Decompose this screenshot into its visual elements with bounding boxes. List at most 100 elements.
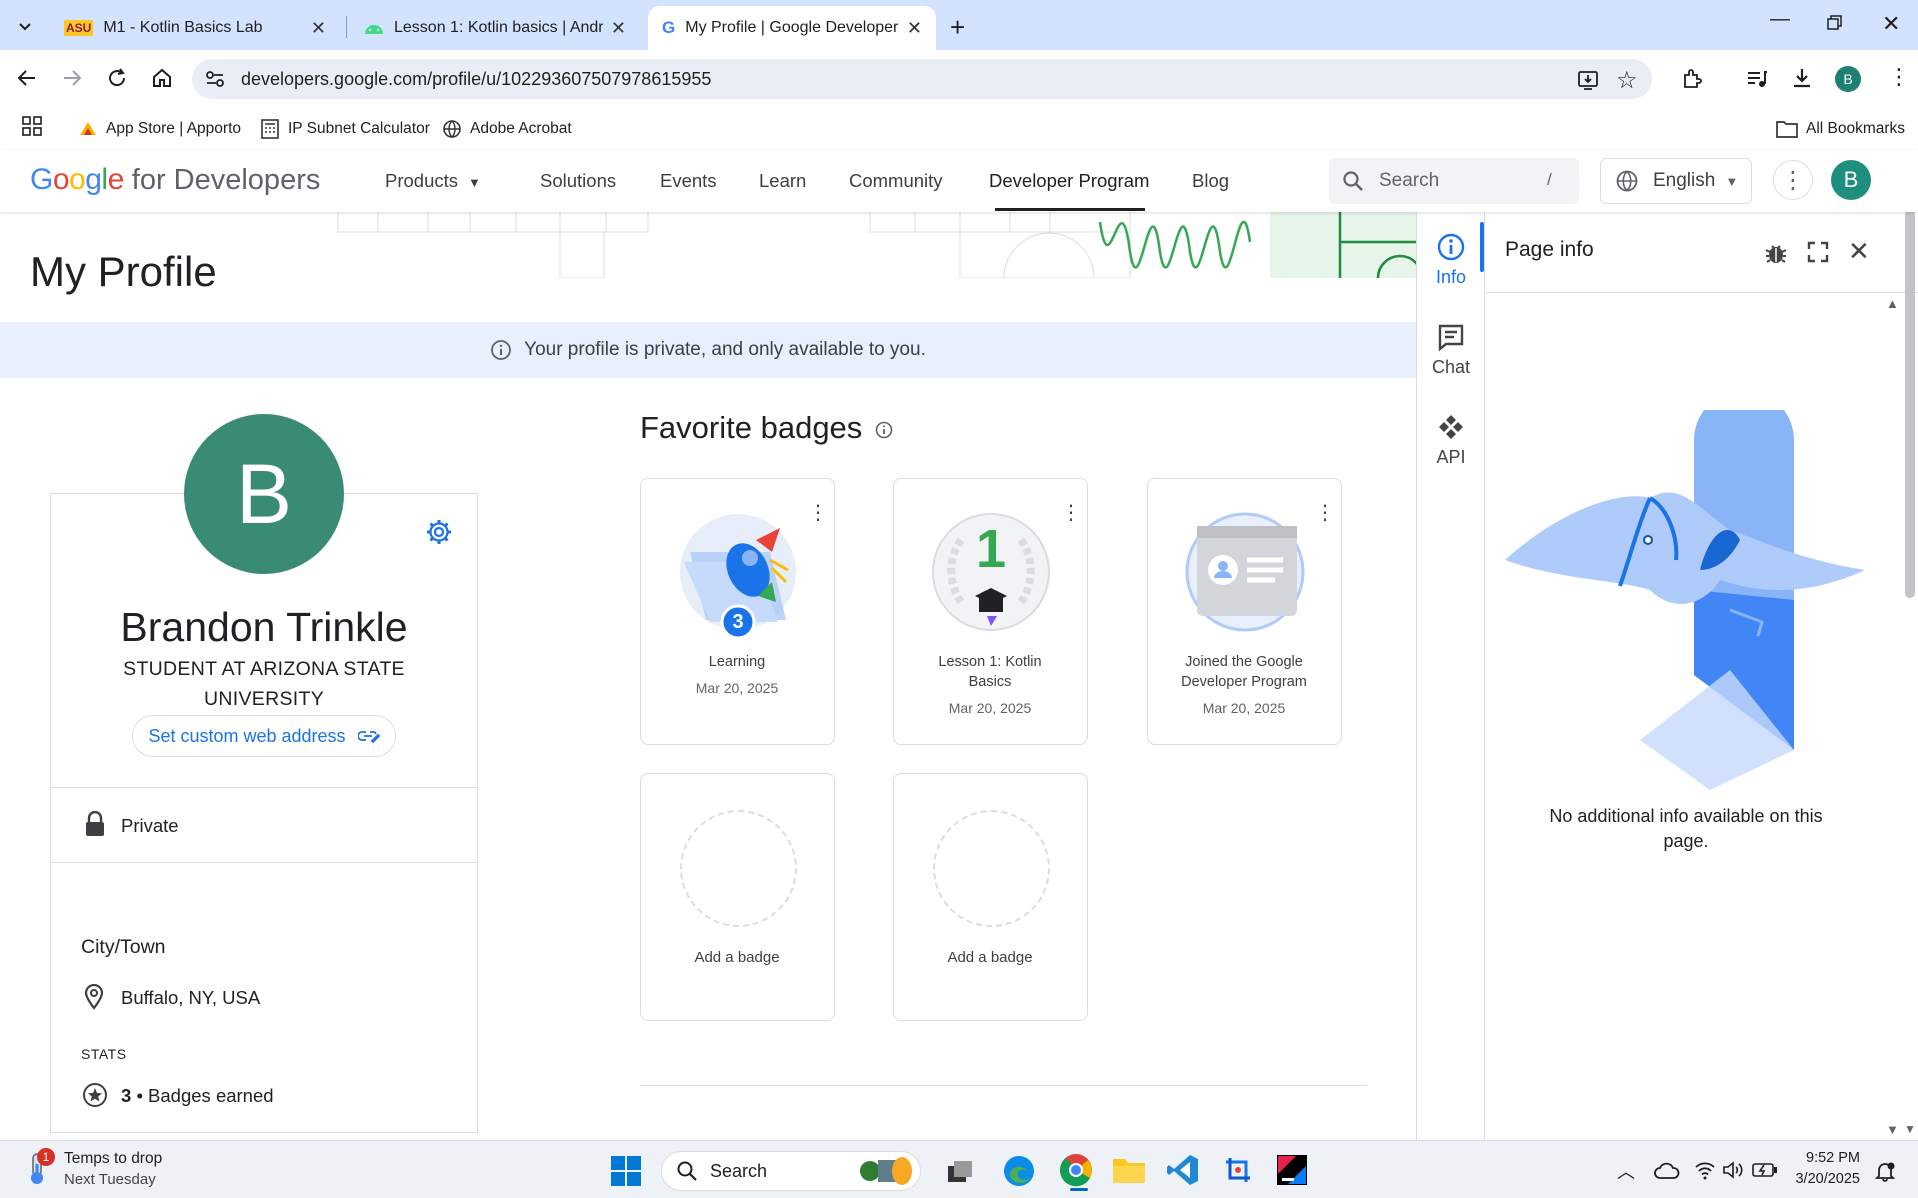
bug-icon[interactable] [1763, 240, 1789, 266]
stats-heading: STATS [81, 1046, 127, 1062]
no-info-illustration [1500, 410, 1880, 790]
search-icon [676, 1160, 698, 1182]
site-info-icon[interactable] [204, 68, 226, 90]
nav-learn[interactable]: Learn [759, 170, 806, 192]
language-selector[interactable]: English ▼ [1600, 158, 1752, 204]
settings-gear-icon[interactable] [425, 518, 453, 546]
reload-icon[interactable] [105, 66, 129, 90]
info-icon[interactable] [874, 420, 894, 440]
profile-title-line1: STUDENT AT ARIZONA STATE [123, 658, 405, 680]
windows-start-icon[interactable] [610, 1155, 642, 1187]
intellij-icon[interactable] [1276, 1154, 1308, 1186]
custom-web-address-label: Set custom web address [148, 725, 346, 746]
forward-icon[interactable] [60, 66, 84, 90]
weather-line1[interactable]: Temps to drop [64, 1150, 162, 1168]
task-view-icon[interactable] [946, 1158, 974, 1186]
site-search-box[interactable]: Search / [1329, 158, 1579, 204]
side-tab-label: API [1436, 447, 1466, 467]
site-avatar[interactable]: B [1831, 160, 1871, 200]
nav-products[interactable]: Products ▼ [385, 170, 481, 192]
badges-stat: 3 • Badges earned [121, 1085, 274, 1107]
battery-icon[interactable] [1752, 1161, 1778, 1179]
calculator-icon [260, 119, 280, 139]
vscode-icon[interactable] [1166, 1153, 1200, 1187]
tab-my-profile[interactable]: G My Profile | Google Developer P ✕ [648, 6, 936, 50]
side-tab-api[interactable]: API [1416, 412, 1486, 468]
android-icon [364, 21, 384, 35]
scroll-up-arrow-icon[interactable]: ▲ [1886, 296, 1899, 311]
close-tab-icon[interactable]: ✕ [907, 18, 922, 39]
tab-kotlin-lab[interactable]: ASU M1 - Kotlin Basics Lab ✕ [50, 6, 340, 50]
search-shortcut: / [1547, 170, 1552, 189]
divider [50, 862, 478, 863]
weather-line2[interactable]: Next Tuesday [64, 1171, 156, 1188]
clock-time[interactable]: 9:52 PM [1780, 1150, 1860, 1166]
bookmark-adobe-acrobat[interactable]: Adobe Acrobat [442, 113, 572, 145]
tab-search-chevron-icon[interactable] [12, 13, 38, 39]
edge-browser-icon[interactable] [1002, 1154, 1036, 1188]
close-window-button[interactable]: ✕ [1882, 11, 1900, 37]
clock-date[interactable]: 3/20/2025 [1780, 1171, 1860, 1187]
restore-button[interactable] [1826, 14, 1844, 32]
search-placeholder: Search [1379, 170, 1440, 191]
browser-menu-icon[interactable]: ⋮ [1888, 64, 1910, 90]
all-bookmarks[interactable]: All Bookmarks [1776, 113, 1905, 145]
empty-badge-placeholder [680, 810, 797, 927]
tab-title: My Profile | Google Developer P [685, 19, 899, 36]
show-hidden-icons-icon[interactable]: ︿ [1617, 1158, 1635, 1184]
bookmark-apporto[interactable]: App Store | Apporto [78, 113, 241, 145]
tab-kotlin-lesson[interactable]: Lesson 1: Kotlin basics | Andro ✕ [350, 6, 640, 50]
set-custom-web-address-button[interactable]: Set custom web address [132, 715, 396, 757]
nav-events[interactable]: Events [660, 170, 717, 192]
logo-suffix: for Developers [131, 164, 321, 196]
nav-products-label: Products [385, 170, 459, 191]
badge-date: Mar 20, 2025 [948, 700, 1032, 716]
onedrive-icon[interactable] [1654, 1160, 1680, 1180]
downloads-icon[interactable] [1790, 66, 1814, 90]
more-options-icon[interactable]: ⋮ [808, 500, 828, 525]
back-icon[interactable] [15, 66, 39, 90]
home-icon[interactable] [150, 66, 174, 90]
minimize-button[interactable]: — [1770, 8, 1790, 31]
chrome-taskbar-icon[interactable] [1058, 1152, 1094, 1188]
new-tab-button[interactable]: + [950, 12, 965, 43]
search-icon [1341, 169, 1367, 193]
more-options-icon[interactable]: ⋮ [1061, 500, 1081, 525]
more-options-icon[interactable]: ⋮ [1315, 500, 1335, 525]
notifications-bell-icon[interactable] [1874, 1160, 1896, 1182]
close-side-panel-icon[interactable]: ✕ [1848, 236, 1870, 267]
side-tab-chat[interactable]: Chat [1416, 322, 1486, 378]
page-scrollbar[interactable] [1905, 210, 1915, 598]
scroll-down-arrow-icon[interactable]: ▼ [1886, 1122, 1899, 1137]
close-tab-icon[interactable]: ✕ [611, 18, 626, 39]
file-explorer-icon[interactable] [1112, 1156, 1146, 1184]
browser-profile-avatar[interactable]: B [1835, 66, 1861, 92]
expand-icon[interactable] [1806, 240, 1830, 264]
site-more-menu-icon[interactable]: ⋮ [1773, 160, 1813, 200]
snipping-tool-icon[interactable] [1222, 1154, 1254, 1186]
bookmark-ip-subnet[interactable]: IP Subnet Calculator [260, 113, 430, 145]
privacy-banner: Your profile is private, and only availa… [0, 322, 1416, 378]
nav-developer-program[interactable]: Developer Program [989, 170, 1149, 192]
media-controls-icon[interactable] [1746, 68, 1768, 90]
install-app-icon[interactable] [1576, 68, 1600, 92]
taskbar-search[interactable]: Search [661, 1151, 921, 1191]
nav-community[interactable]: Community [849, 170, 943, 192]
extensions-icon[interactable] [1680, 67, 1704, 91]
wifi-icon[interactable] [1694, 1160, 1716, 1180]
volume-icon[interactable] [1722, 1160, 1744, 1180]
all-bookmarks-label: All Bookmarks [1806, 120, 1906, 137]
tab-title: M1 - Kotlin Basics Lab [103, 19, 263, 36]
nav-blog[interactable]: Blog [1192, 170, 1229, 192]
visibility-label: Private [121, 815, 179, 836]
side-panel-title: Page info [1505, 238, 1594, 261]
nav-solutions[interactable]: Solutions [540, 170, 616, 192]
divider [640, 1085, 1367, 1086]
bookmark-star-icon[interactable]: ☆ [1616, 66, 1638, 95]
page-scroll-down-icon[interactable]: ▼ [1904, 1122, 1916, 1136]
close-tab-icon[interactable]: ✕ [311, 18, 326, 39]
google-developers-logo[interactable]: Google for Developers [30, 163, 320, 197]
side-tab-info[interactable]: Info [1416, 232, 1486, 288]
badge-date: Mar 20, 2025 [1202, 700, 1286, 716]
apps-grid-icon[interactable] [22, 116, 42, 136]
